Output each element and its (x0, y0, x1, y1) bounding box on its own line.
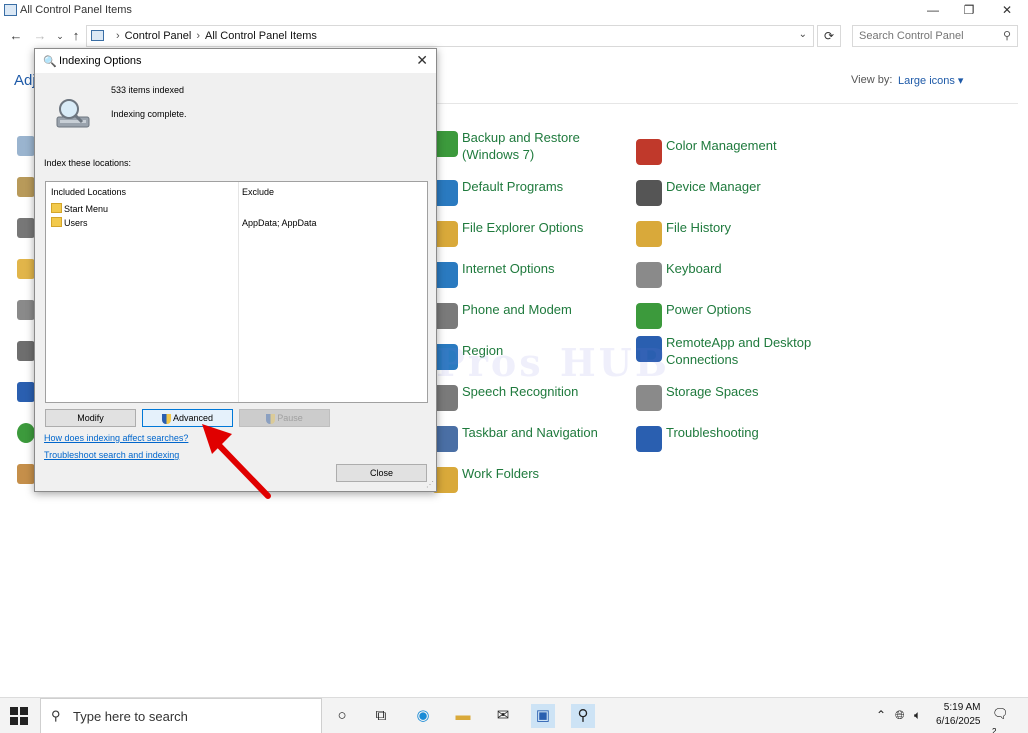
divider (434, 103, 1018, 104)
how-indexing-affects-link[interactable]: How does indexing affect searches? (44, 433, 188, 443)
cp-item-power-options[interactable]: Power Options (636, 301, 836, 337)
address-dropdown-chevron-icon[interactable]: ⌄ (799, 29, 807, 40)
cp-item-speech-recognition[interactable]: Speech Recognition (432, 383, 612, 419)
search-icon: ⚲ (51, 708, 61, 723)
edge-browser-icon[interactable]: ◉ (411, 704, 435, 728)
taskbar: ⚲ Type here to search ○ ⧉ ◉ ▬ ✉ ▣ ⚲ ⌃ 🌐︎… (0, 697, 1028, 733)
power-icon (636, 303, 662, 329)
cp-item-keyboard[interactable]: Keyboard (636, 260, 836, 296)
locations-list[interactable]: Included Locations Exclude Start Menu Us… (45, 181, 428, 403)
dialog-titlebar: 🔍 Indexing Options ✕ (35, 49, 436, 73)
cp-item-troubleshooting[interactable]: Troubleshooting (636, 424, 836, 460)
storage-icon (636, 385, 662, 411)
back-arrow-icon[interactable]: ← (8, 28, 24, 44)
partial-item-icon[interactable] (17, 218, 35, 238)
close-button[interactable]: ✕ (988, 0, 1026, 22)
cp-item-file-explorer-options[interactable]: File Explorer Options (432, 219, 612, 255)
exclude-users: AppData; AppData (242, 218, 317, 228)
mail-icon[interactable]: ✉ (491, 704, 515, 728)
indexing-icon: 🔍 (43, 56, 57, 68)
dialog-close-icon[interactable]: ✕ (416, 52, 428, 69)
partial-item-icon[interactable] (17, 382, 35, 402)
clock[interactable]: 5:19 AM 6/16/2025 (936, 701, 981, 729)
locations-label: Index these locations: (44, 158, 132, 168)
control-panel-icon (91, 30, 104, 41)
window-titlebar: All Control Panel Items — ❐ ✕ (0, 0, 1028, 22)
control-panel-icon (4, 4, 17, 16)
file-explorer-icon[interactable]: ▬ (451, 704, 475, 728)
breadcrumb: › Control Panel › All Control Panel Items (116, 30, 317, 42)
partial-item-icon[interactable] (17, 136, 35, 156)
clock-date: 6/16/2025 (936, 716, 981, 727)
cp-item-device-manager[interactable]: Device Manager (636, 178, 836, 214)
color-management-icon (636, 139, 662, 165)
items-indexed-count: 533 items indexed (111, 85, 185, 95)
indexing-status: Indexing complete. (111, 109, 187, 119)
page-heading: Adj (14, 72, 36, 89)
notification-center-icon[interactable]: 🗨︎2 (992, 706, 1012, 733)
up-arrow-icon[interactable]: ↑ (68, 28, 84, 44)
cp-item-phone-modem[interactable]: Phone and Modem (432, 301, 612, 337)
column-header-exclude[interactable]: Exclude (242, 187, 274, 197)
search-box[interactable]: ⚲ (852, 25, 1018, 47)
taskbar-search-placeholder: Type here to search (73, 709, 188, 724)
taskbar-search-box[interactable]: ⚲ Type here to search (40, 698, 322, 733)
indexing-options-taskbar-icon[interactable]: ⚲ (571, 704, 595, 728)
cp-item-storage-spaces[interactable]: Storage Spaces (636, 383, 836, 419)
view-by-label: View by: (851, 74, 893, 86)
location-users[interactable]: Users (64, 218, 88, 228)
modify-button[interactable]: Modify (45, 409, 136, 427)
address-bar-row: ← → ⌄ ↑ › Control Panel › All Control Panel… (0, 24, 1028, 50)
troubleshoot-indexing-link[interactable]: Troubleshoot search and indexing (44, 450, 179, 460)
indexing-status-icon (56, 99, 90, 128)
window-title: All Control Panel Items (20, 4, 132, 16)
windows-start-icon[interactable] (10, 707, 28, 725)
partial-item-icon[interactable] (17, 177, 35, 197)
dialog-title: Indexing Options (59, 55, 142, 67)
forward-arrow-icon[interactable]: → (32, 28, 48, 44)
show-hidden-icons-chevron-icon[interactable]: ⌃ (876, 708, 886, 722)
cp-item-taskbar-navigation[interactable]: Taskbar and Navigation (432, 424, 612, 460)
cp-item-internet-options[interactable]: Internet Options (432, 260, 612, 296)
control-panel-taskbar-icon[interactable]: ▣ (531, 704, 555, 728)
partial-item-icon[interactable] (17, 300, 35, 320)
cp-item-default-programs[interactable]: Default Programs (432, 178, 612, 214)
cortana-icon[interactable]: ○ (330, 704, 354, 728)
partial-item-icon[interactable] (17, 341, 35, 361)
recent-locations-chevron-icon[interactable]: ⌄ (52, 28, 68, 44)
partial-item-icon[interactable] (17, 464, 35, 484)
clock-time: 5:19 AM (943, 702, 981, 713)
search-icon[interactable]: ⚲ (1003, 29, 1011, 42)
breadcrumb-control-panel[interactable]: Control Panel (125, 30, 192, 42)
keyboard-icon (636, 262, 662, 288)
search-input[interactable] (853, 26, 993, 46)
cp-item-color-management[interactable]: Color Management (636, 137, 836, 173)
volume-icon[interactable]: 🔈︎ (914, 708, 921, 723)
folder-icon (51, 203, 62, 213)
network-globe-icon[interactable]: 🌐︎ (895, 708, 905, 723)
refresh-icon[interactable]: ⟳ (817, 25, 841, 47)
partial-item-icon[interactable] (17, 259, 35, 279)
annotation-arrow-icon (202, 424, 271, 499)
location-start-menu[interactable]: Start Menu (64, 204, 108, 214)
maximize-button[interactable]: ❐ (950, 0, 988, 22)
uac-shield-icon (161, 413, 171, 424)
dialog-close-button[interactable]: Close (336, 464, 427, 482)
device-manager-icon (636, 180, 662, 206)
task-view-icon[interactable]: ⧉ (369, 704, 393, 728)
cp-item-work-folders[interactable]: Work Folders (432, 465, 612, 501)
column-divider (238, 182, 239, 402)
cp-item-backup-restore[interactable]: Backup and Restore (Windows 7) (432, 129, 612, 165)
address-bar[interactable]: › Control Panel › All Control Panel Items ⌄ (86, 25, 814, 47)
minimize-button[interactable]: — (914, 0, 952, 22)
file-history-icon (636, 221, 662, 247)
breadcrumb-all-items[interactable]: All Control Panel Items (205, 30, 317, 42)
troubleshooting-icon (636, 426, 662, 452)
cp-item-file-history[interactable]: File History (636, 219, 836, 255)
partial-item-icon[interactable] (17, 423, 35, 443)
resize-grip-icon[interactable]: ⋰ (426, 480, 434, 489)
view-by-dropdown[interactable]: Large icons ▾ (898, 74, 963, 87)
folder-icon (51, 217, 62, 227)
column-header-included[interactable]: Included Locations (51, 187, 126, 197)
